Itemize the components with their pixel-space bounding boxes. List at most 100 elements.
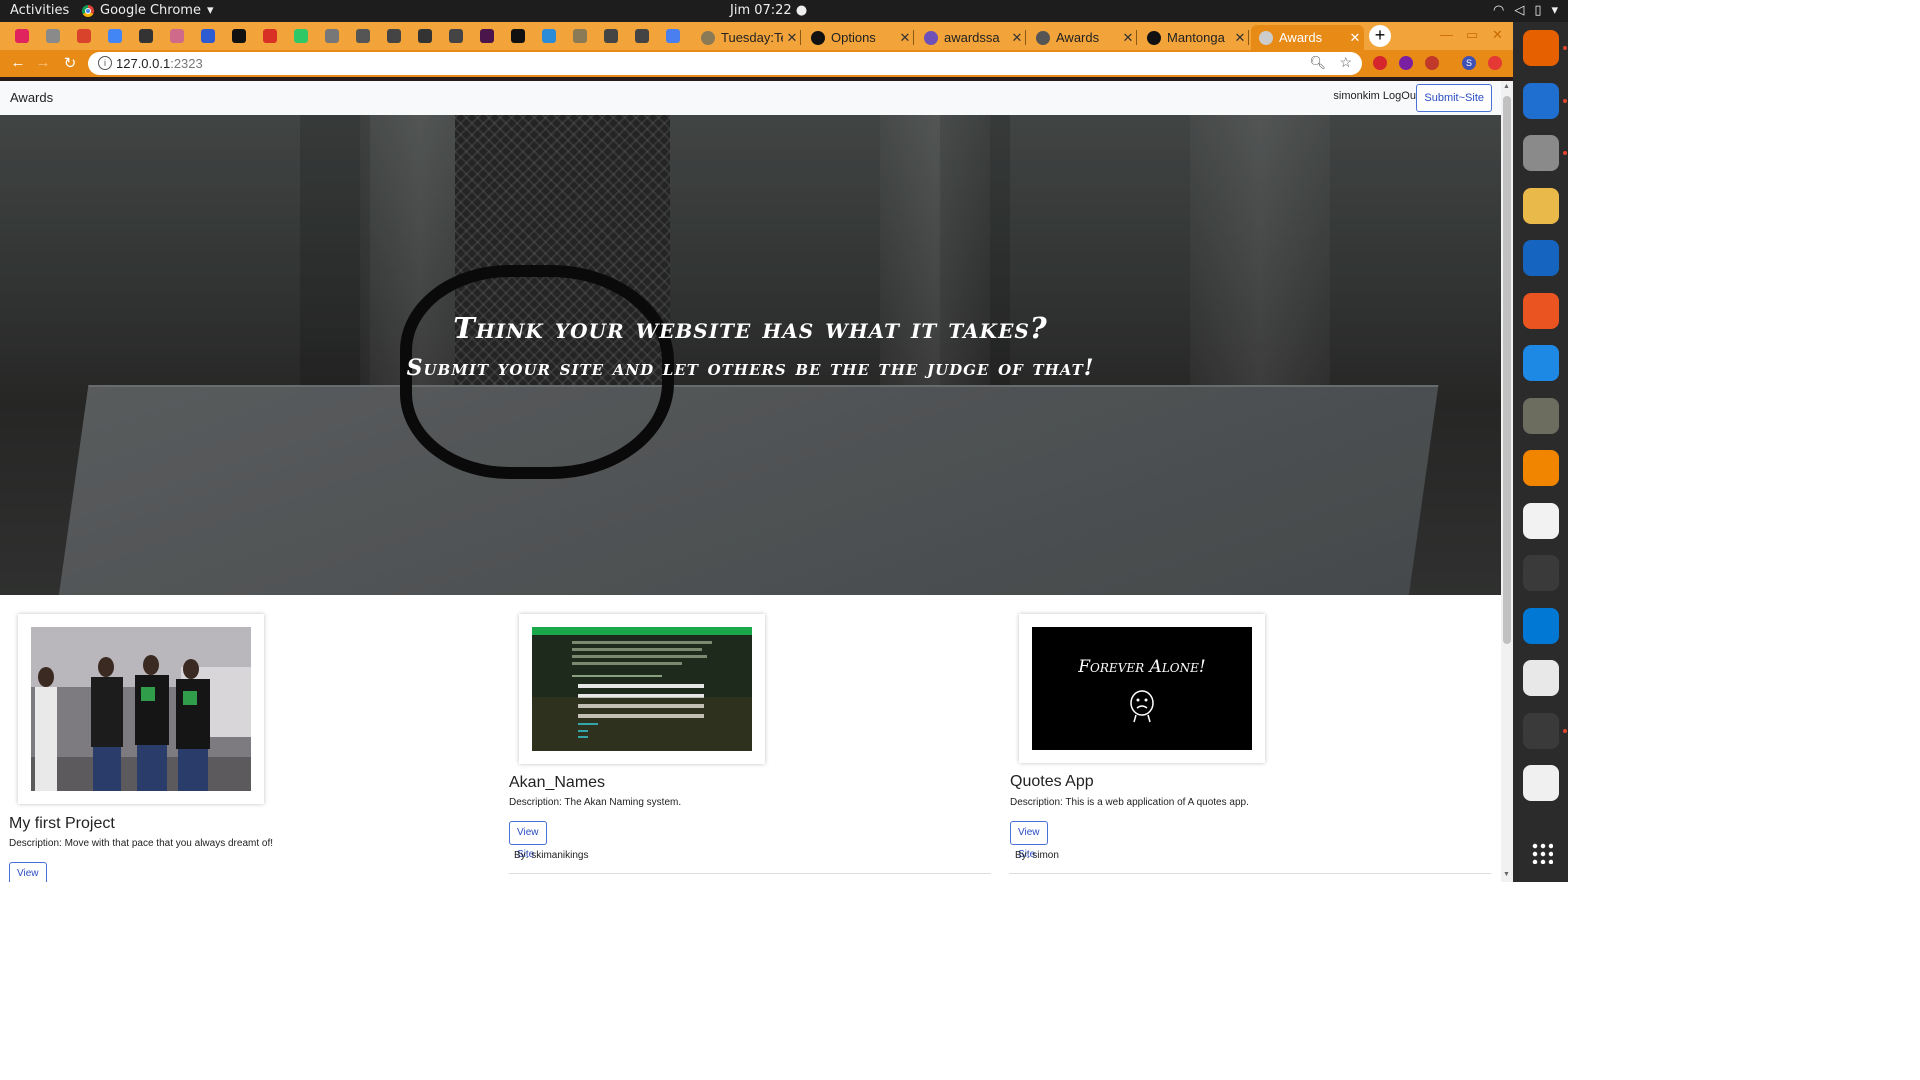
submit-site-button[interactable]: Submit~Site <box>1416 84 1492 112</box>
writer-icon[interactable] <box>1523 240 1559 276</box>
tab-close-icon[interactable]: ✕ <box>896 30 914 46</box>
files-icon[interactable] <box>1523 135 1559 171</box>
software-icon[interactable] <box>1523 292 1559 329</box>
view-site-button[interactable]: View Site <box>1010 821 1048 860</box>
pinned-tab[interactable] <box>130 26 161 46</box>
view-site-button[interactable]: View Site <box>509 821 547 860</box>
running-indicator <box>1563 98 1567 103</box>
pinned-tab[interactable] <box>254 26 285 46</box>
project-title[interactable]: Quotes App <box>1010 773 1094 791</box>
pinned-tab[interactable] <box>37 26 68 46</box>
tab-close-icon[interactable]: ✕ <box>1008 30 1026 46</box>
minimize-icon[interactable]: — <box>1440 27 1453 42</box>
profile-icon[interactable]: S <box>1462 56 1476 70</box>
help-icon[interactable] <box>1523 345 1559 381</box>
shield-icon <box>169 29 184 43</box>
address-bar[interactable]: i 127.0.0.1:2323 🔍︎ ☆ <box>88 52 1362 75</box>
pinned-tab[interactable] <box>285 26 316 46</box>
info-icon[interactable]: i <box>98 56 112 70</box>
thunderbird-icon[interactable] <box>1523 82 1559 119</box>
system-menu[interactable]: ◠ ◁ ▯ ▾ <box>1493 3 1558 18</box>
browser-tab[interactable]: Tuesday:Te ✕ <box>693 25 801 50</box>
amazon-icon[interactable] <box>1523 502 1559 539</box>
pinned-tab[interactable] <box>564 26 595 46</box>
site-brand-link[interactable]: Awards <box>10 90 53 105</box>
project-title[interactable]: Akan_Names <box>509 774 605 792</box>
gimp-icon[interactable] <box>1523 397 1559 434</box>
firefox-icon[interactable] <box>1523 30 1559 66</box>
tab-close-icon[interactable]: ✕ <box>1346 30 1364 46</box>
url-text[interactable]: 127.0.0.1:2323 <box>116 56 203 71</box>
plus-icon[interactable]: + <box>1369 25 1391 47</box>
chrome-icon[interactable] <box>1523 712 1559 749</box>
pinned-tab[interactable] <box>533 26 564 46</box>
pinned-tab[interactable] <box>99 26 130 46</box>
github-icon <box>811 30 825 45</box>
scroll-down-icon[interactable]: ▼ <box>1503 871 1510 878</box>
browser-tab[interactable]: Awards ✕ <box>1028 25 1137 50</box>
pinned-tab[interactable] <box>161 26 192 46</box>
logout-link[interactable]: LogOut <box>1383 90 1419 102</box>
card-divider <box>509 873 991 874</box>
extension-red2-icon[interactable] <box>1488 56 1502 70</box>
zoom-icon[interactable]: 🔍︎ <box>1309 55 1326 71</box>
close-icon[interactable]: ✕ <box>1492 27 1503 43</box>
text-editor-icon[interactable] <box>1523 765 1559 801</box>
pinned-tab[interactable] <box>409 26 440 46</box>
project-title[interactable]: My first Project <box>9 815 115 833</box>
bookmark-star-icon[interactable]: ☆ <box>1339 54 1352 71</box>
tab-close-icon[interactable]: ✕ <box>783 30 801 46</box>
pinned-tab[interactable] <box>68 26 99 46</box>
browser-tab[interactable]: Awards ✕ <box>1251 25 1364 50</box>
tab-close-icon[interactable]: ✕ <box>1231 30 1249 46</box>
scrollbar-thumb[interactable] <box>1503 96 1511 644</box>
browser-tab[interactable]: Mantonga ✕ <box>1139 25 1249 50</box>
vscode-icon[interactable] <box>1523 607 1559 644</box>
chevron-down-icon: ▾ <box>206 3 214 18</box>
show-applications-icon[interactable] <box>1531 842 1553 864</box>
pinned-tab[interactable] <box>440 26 471 46</box>
scroll-up-icon[interactable]: ▲ <box>1503 83 1510 90</box>
forward-icon[interactable]: → <box>34 54 52 71</box>
image-caption: Forever Alone! <box>1078 657 1206 677</box>
reload-icon[interactable]: ↻ <box>61 54 79 72</box>
web-page: Awards simonkim LogOut Submit~Site Think… <box>0 81 1501 882</box>
username-link[interactable]: simonkim <box>1333 90 1379 102</box>
pinned-tab[interactable] <box>223 26 254 46</box>
pinned-tab[interactable] <box>6 26 37 46</box>
view-site-button[interactable]: View Site <box>9 862 47 882</box>
pinned-tab[interactable] <box>595 26 626 46</box>
globe-icon <box>448 29 463 43</box>
pinned-tab[interactable] <box>471 26 502 46</box>
pinned-tab[interactable] <box>502 26 533 46</box>
medium-icon <box>231 29 246 43</box>
clock[interactable]: Jim 07:22 ● <box>730 3 807 18</box>
app-menu[interactable]: Google Chrome ▾ <box>82 3 214 18</box>
pinned-tab[interactable] <box>347 26 378 46</box>
wifi-icon: ◠ <box>1492 3 1505 18</box>
back-icon[interactable]: ← <box>9 54 27 71</box>
extension-purple-icon[interactable] <box>1399 56 1413 70</box>
pin-icon <box>701 30 715 45</box>
browser-tab[interactable]: awardssa ✕ <box>916 25 1026 50</box>
pinned-tab[interactable] <box>378 26 409 46</box>
rhythmbox-icon[interactable] <box>1523 187 1559 224</box>
vlc-icon[interactable] <box>1523 450 1559 486</box>
page-scrollbar[interactable]: ▲ ▼ <box>1501 81 1513 882</box>
terminal-icon[interactable] <box>1523 555 1559 591</box>
gallery-icon <box>76 29 91 43</box>
maximize-icon[interactable]: ▭ <box>1466 27 1478 43</box>
pinned-tab[interactable] <box>316 26 347 46</box>
browser-tab[interactable]: Options ✕ <box>803 25 914 50</box>
extension-pin-icon[interactable] <box>1425 56 1439 70</box>
pinned-tab[interactable] <box>626 26 657 46</box>
tab-close-icon[interactable]: ✕ <box>1119 30 1137 46</box>
tab-title: Awards <box>1056 30 1100 45</box>
extension-red-icon[interactable] <box>1373 56 1387 70</box>
terminal-icon <box>417 29 432 43</box>
pinned-tab[interactable] <box>657 26 688 46</box>
activities-button[interactable]: Activities <box>10 3 69 18</box>
screenshot-icon[interactable] <box>1523 660 1559 696</box>
pinned-tabs <box>6 26 688 46</box>
pinned-tab[interactable] <box>192 26 223 46</box>
